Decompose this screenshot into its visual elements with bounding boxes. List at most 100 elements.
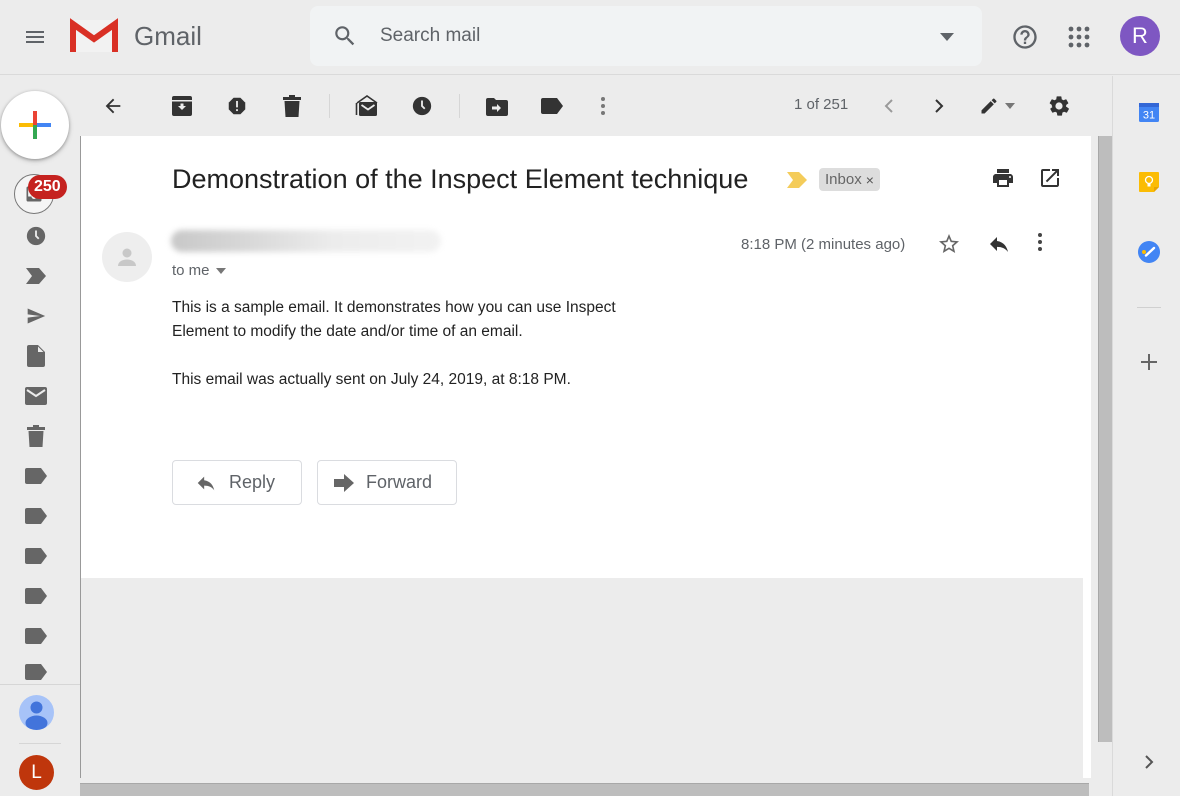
print-all-button[interactable]: [991, 166, 1015, 190]
label-icon: [25, 468, 47, 484]
archive-icon: [172, 96, 192, 116]
horizontal-scrollbar[interactable]: [80, 783, 1089, 796]
nav-all-mail[interactable]: [20, 380, 52, 412]
compose-plus-icon: [19, 109, 51, 141]
email-timestamp: 8:18 PM (2 minutes ago): [741, 236, 906, 253]
archive-button[interactable]: [166, 90, 198, 122]
reply-button[interactable]: Reply: [172, 460, 302, 505]
calendar-button[interactable]: 31: [1137, 100, 1161, 124]
label-icon: [25, 628, 47, 644]
label-icon: [25, 588, 47, 604]
nav-important[interactable]: [20, 260, 52, 292]
nav-snoozed[interactable]: [20, 220, 52, 252]
default-user-icon: [115, 245, 139, 269]
reply-icon: [987, 232, 1011, 256]
older-button[interactable]: [923, 90, 955, 122]
nav-label-6[interactable]: [20, 660, 52, 684]
input-tools-button[interactable]: [973, 90, 1021, 122]
keep-button[interactable]: [1137, 170, 1161, 194]
move-to-button[interactable]: [481, 90, 513, 122]
search-icon[interactable]: [332, 23, 358, 49]
snooze-button[interactable]: [406, 90, 438, 122]
label-icon: [25, 664, 47, 680]
labels-button[interactable]: [536, 90, 568, 122]
keep-icon: [1138, 171, 1160, 193]
more-vert-icon: [1037, 232, 1043, 252]
delete-icon: [283, 95, 301, 117]
apps-grid-icon: [1068, 26, 1090, 48]
search-bar: [310, 6, 982, 66]
sender-name-redacted: [171, 230, 441, 252]
caret-down-icon: [1005, 103, 1015, 109]
snoozed-icon: [25, 225, 47, 247]
svg-text:31: 31: [1143, 110, 1155, 122]
vertical-scrollbar[interactable]: [1098, 136, 1112, 742]
newer-button[interactable]: [873, 90, 905, 122]
drafts-icon: [27, 345, 45, 367]
recipient-details[interactable]: to me: [172, 262, 226, 279]
nav-sent[interactable]: [20, 300, 52, 332]
nav-label-4[interactable]: [20, 580, 52, 612]
back-button[interactable]: [97, 90, 129, 122]
hamburger-menu-icon: [23, 25, 47, 49]
chevron-left-icon: [884, 98, 894, 114]
open-in-new-icon: [1038, 166, 1062, 190]
nav-label-2[interactable]: [20, 500, 52, 532]
side-panel: 31: [1112, 76, 1180, 796]
nav-label-1[interactable]: [20, 460, 52, 492]
email-body-paragraph: This email was actually sent on July 24,…: [172, 371, 571, 388]
report-spam-button[interactable]: [221, 90, 253, 122]
tasks-button[interactable]: [1137, 240, 1161, 264]
nav-trash[interactable]: [20, 420, 52, 452]
account-avatar[interactable]: R: [1120, 16, 1160, 56]
show-side-panel-button[interactable]: [1137, 750, 1161, 774]
move-to-folder-icon: [486, 96, 508, 116]
gmail-logo-text: Gmail: [134, 20, 202, 51]
gear-icon: [1047, 94, 1071, 118]
message-more-button[interactable]: [1037, 232, 1043, 252]
left-navigation: 250 L: [0, 76, 80, 796]
reply-quick-button[interactable]: [987, 232, 1011, 256]
important-icon: [25, 267, 47, 285]
tasks-icon: [1137, 240, 1161, 264]
support-button[interactable]: [1004, 16, 1046, 58]
toolbar-divider: [459, 94, 460, 118]
calendar-icon: 31: [1138, 101, 1160, 123]
more-actions-button[interactable]: [587, 90, 619, 122]
remove-label-button[interactable]: ×: [866, 172, 874, 188]
nav-label-5[interactable]: [20, 620, 52, 652]
caret-down-icon[interactable]: [940, 33, 954, 41]
print-icon: [991, 166, 1015, 190]
caret-down-icon: [215, 267, 226, 274]
get-addons-button[interactable]: [1137, 350, 1161, 374]
settings-button[interactable]: [1043, 90, 1075, 122]
sender-avatar[interactable]: [102, 232, 152, 282]
email-body: This is a sample email. It demonstrates …: [172, 296, 672, 416]
nav-label-3[interactable]: [20, 540, 52, 572]
pagination-text: 1 of 251: [794, 96, 849, 113]
delete-button[interactable]: [276, 90, 308, 122]
compose-button[interactable]: [1, 91, 69, 159]
forward-button[interactable]: Forward: [317, 460, 457, 505]
search-input[interactable]: [380, 18, 920, 54]
label-chip-inbox: Inbox ×: [819, 168, 880, 191]
message-toolbar: 1 of 251: [80, 76, 1112, 136]
google-apps-button[interactable]: [1058, 16, 1100, 58]
star-button[interactable]: [937, 232, 961, 256]
hangouts-button[interactable]: [19, 695, 54, 730]
hangouts-contact-avatar[interactable]: L: [19, 755, 54, 790]
mark-unread-button[interactable]: [351, 90, 383, 122]
nav-drafts[interactable]: [20, 340, 52, 372]
open-new-window-button[interactable]: [1038, 166, 1062, 190]
gmail-m-icon: [70, 18, 118, 54]
gmail-logo[interactable]: Gmail: [70, 18, 202, 54]
all-mail-icon: [25, 387, 47, 405]
sent-icon: [25, 306, 47, 326]
recipient-text: to me: [172, 262, 210, 279]
trash-icon: [27, 425, 45, 447]
inbox-unread-badge: 250: [28, 175, 67, 199]
reply-icon: [195, 472, 217, 494]
main-menu-button[interactable]: [14, 16, 56, 58]
message-pane: Demonstration of the Inspect Element tec…: [80, 136, 1091, 778]
importance-marker-icon[interactable]: [787, 172, 807, 188]
